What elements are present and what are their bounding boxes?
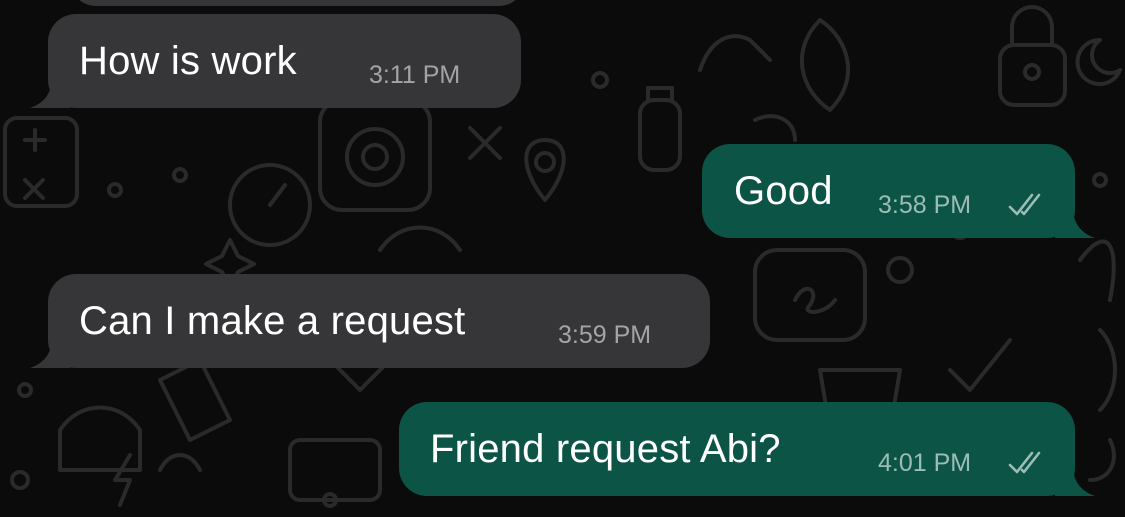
message-text: How is work: [79, 39, 297, 83]
bubble-tail: [1055, 198, 1095, 238]
message-time: 3:58 PM: [878, 191, 972, 219]
message-bubble-incoming[interactable]: How is work 3:11 PM: [30, 14, 521, 108]
message-time: 4:01 PM: [878, 449, 972, 477]
bubble-tail: [30, 328, 70, 368]
previous-message-edge: [70, 0, 525, 6]
message-bubble-outgoing[interactable]: Good 3:58 PM: [702, 144, 1095, 238]
message-time: 3:59 PM: [558, 321, 652, 349]
double-check-icon: [1008, 451, 1041, 474]
bubble-tail: [30, 68, 70, 108]
message-text: Good: [734, 169, 833, 213]
chat-thread: How is work 3:11 PM Good 3:58 PM Can I m…: [0, 0, 1125, 517]
message-text: Can I make a request: [79, 299, 466, 343]
message-time: 3:11 PM: [369, 61, 461, 89]
bubble-tail: [1055, 456, 1095, 496]
message-text: Friend request Abi?: [430, 427, 781, 471]
message-bubble-outgoing[interactable]: Friend request Abi? 4:01 PM: [399, 402, 1095, 496]
double-check-icon: [1008, 193, 1041, 216]
message-bubble-incoming[interactable]: Can I make a request 3:59 PM: [30, 274, 710, 368]
